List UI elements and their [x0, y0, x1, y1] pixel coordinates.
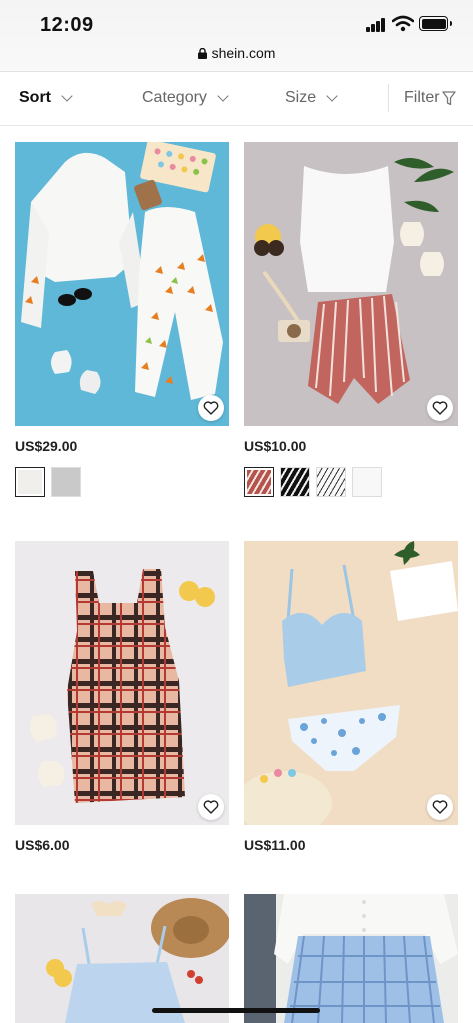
product-card[interactable]: [15, 894, 229, 1023]
product-image[interactable]: [244, 541, 458, 825]
divider: [388, 84, 389, 112]
swatch-gray[interactable]: [51, 467, 81, 497]
product-price: US$11.00: [244, 837, 306, 853]
category-label: Category: [142, 89, 207, 106]
size-label: Size: [285, 89, 317, 106]
chevron-down-icon: [326, 89, 338, 102]
lock-icon: [197, 48, 207, 59]
wifi-icon: [392, 15, 414, 32]
swatch-white-stripe[interactable]: [316, 467, 346, 497]
address-bar[interactable]: shein.com: [0, 45, 473, 61]
funnel-icon: [441, 90, 456, 105]
heart-icon: [432, 800, 448, 814]
swatch-black-stripe[interactable]: [280, 467, 310, 497]
product-card[interactable]: US$10.00: [244, 142, 458, 497]
product-price: US$10.00: [244, 438, 307, 454]
product-image[interactable]: [15, 541, 229, 825]
favorite-button[interactable]: [198, 794, 224, 820]
status-bar: 12:09 shein.com: [0, 0, 473, 72]
product-image[interactable]: [15, 142, 229, 426]
filter-button[interactable]: Filter: [404, 89, 456, 107]
chevron-down-icon: [61, 89, 73, 102]
product-card[interactable]: [244, 894, 458, 1023]
product-card[interactable]: US$29.00: [15, 142, 229, 497]
battery-icon: [419, 16, 452, 31]
url-text: shein.com: [211, 45, 276, 61]
product-image[interactable]: [244, 142, 458, 426]
favorite-button[interactable]: [198, 395, 224, 421]
favorite-button[interactable]: [427, 794, 453, 820]
heart-icon: [203, 401, 219, 415]
product-card[interactable]: US$11.00: [244, 541, 458, 855]
filter-bar: Sort Category Size Filter: [0, 72, 473, 126]
product-price: US$29.00: [15, 438, 78, 454]
favorite-button[interactable]: [427, 395, 453, 421]
product-image[interactable]: [15, 894, 229, 1023]
swatch-white[interactable]: [15, 467, 45, 497]
product-image[interactable]: [244, 894, 458, 1023]
swatch-red-stripe[interactable]: [244, 467, 274, 497]
product-card[interactable]: US$6.00: [15, 541, 229, 855]
sort-label: Sort: [19, 89, 51, 106]
cellular-signal-icon: [366, 18, 386, 32]
size-dropdown[interactable]: Size: [285, 89, 338, 107]
color-swatches: [244, 467, 458, 497]
filter-label: Filter: [404, 89, 440, 106]
chevron-down-icon: [217, 89, 229, 102]
heart-icon: [432, 401, 448, 415]
sort-dropdown[interactable]: Sort: [19, 89, 73, 107]
swatch-white[interactable]: [352, 467, 382, 497]
product-price: US$6.00: [15, 837, 70, 853]
color-swatches: [15, 467, 229, 497]
clock: 12:09: [40, 14, 94, 36]
home-indicator[interactable]: [152, 1008, 320, 1013]
heart-icon: [203, 800, 219, 814]
category-dropdown[interactable]: Category: [142, 89, 229, 107]
